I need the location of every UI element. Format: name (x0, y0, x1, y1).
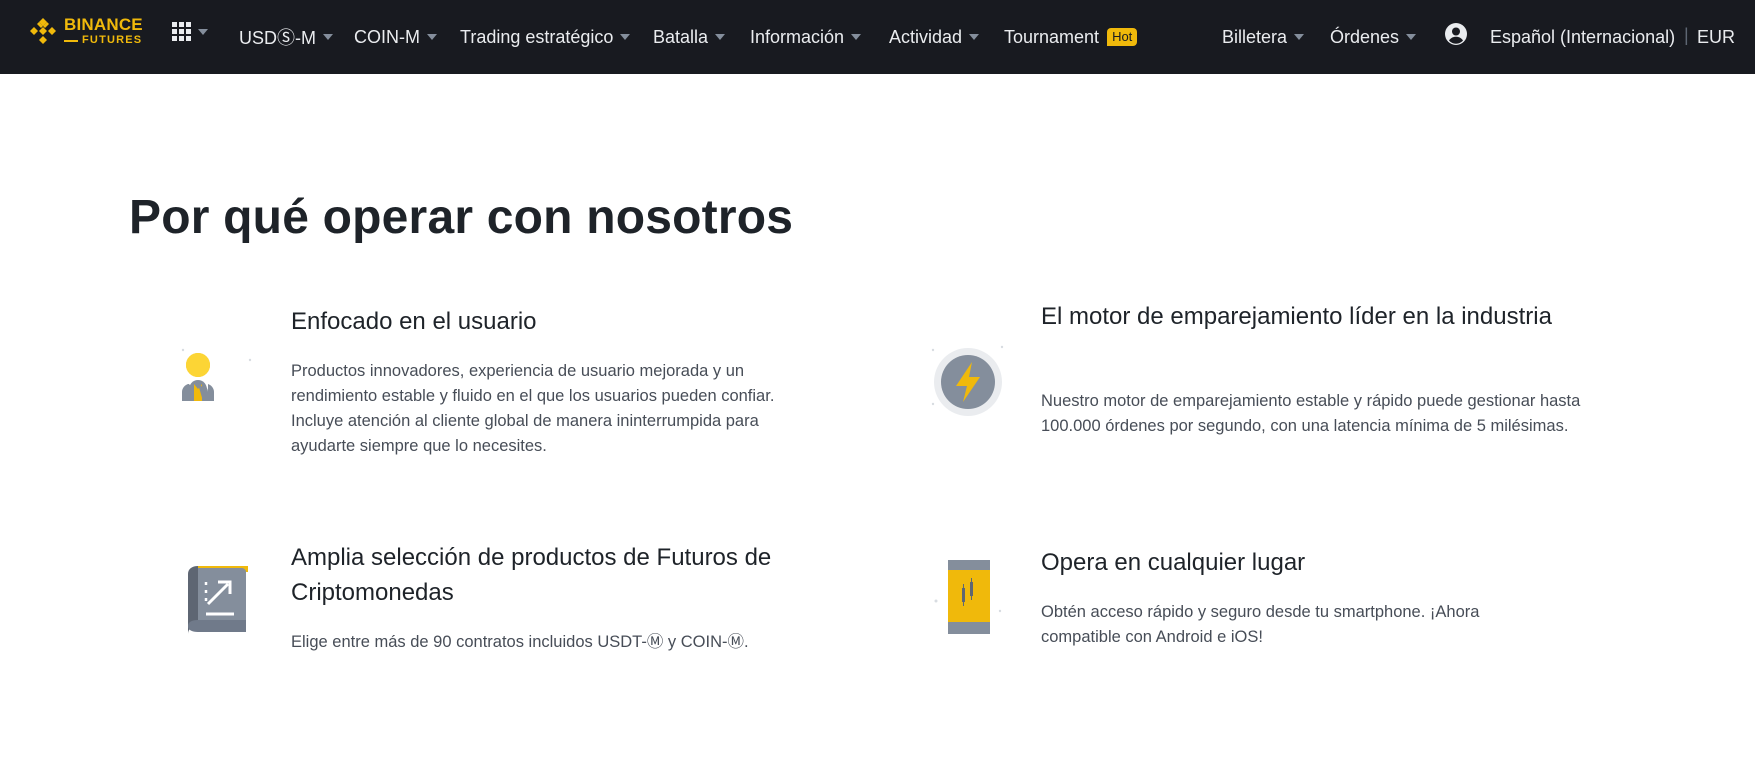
currency-selector[interactable]: EUR (1697, 0, 1735, 74)
nav-item-tournament[interactable]: Tournament Hot (1004, 0, 1138, 74)
feature-description: Nuestro motor de emparejamiento estable … (1041, 392, 1581, 435)
hot-badge: Hot (1107, 27, 1138, 47)
chart-document-icon (188, 566, 248, 634)
chevron-down-icon (715, 34, 726, 40)
nav-item-label: COIN-M (354, 26, 420, 47)
nav-item-label: Billetera (1222, 26, 1288, 47)
feature-description: Elige entre más de 90 contratos incluido… (291, 633, 749, 651)
chevron-down-icon (427, 34, 437, 40)
nav-item-trading-estrategico[interactable]: Trading estratégico (460, 0, 631, 74)
feature-title: Opera en cualquier lugar (1041, 549, 1306, 576)
account-avatar-icon[interactable] (1444, 22, 1468, 46)
smartphone-icon (934, 560, 1002, 634)
chevron-down-icon (1294, 34, 1305, 40)
chevron-down-icon (1406, 34, 1417, 40)
binance-futures-logo[interactable]: BINANCE FUTURES (28, 16, 143, 46)
nav-item-label: Información (750, 26, 845, 47)
nav-item-actividad[interactable]: Actividad (889, 0, 980, 74)
chevron-down-icon (198, 28, 208, 35)
nav-divider: | (1684, 25, 1689, 45)
nav-item-label: Actividad (889, 26, 963, 47)
nav-item-label: Tournament (1004, 26, 1100, 47)
feature-description: Obtén acceso rápido y seguro desde tu sm… (1041, 603, 1480, 646)
nav-item-ordenes[interactable]: Órdenes (1330, 0, 1417, 74)
chevron-down-icon (969, 34, 980, 40)
chevron-down-icon (851, 34, 862, 40)
chevron-down-icon (620, 34, 631, 40)
nav-item-usds-m[interactable]: USDⓈ-M (239, 0, 333, 74)
nav-item-label: Órdenes (1330, 26, 1400, 47)
feature-title: El motor de emparejamiento líder en la i… (1041, 303, 1552, 330)
nav-item-label: Batalla (653, 26, 709, 47)
language-selector[interactable]: Español (Internacional) (1490, 0, 1675, 74)
nav-item-informacion[interactable]: Información (750, 0, 862, 74)
user-icon (181, 348, 252, 401)
nav-item-coin-m[interactable]: COIN-M (354, 0, 437, 74)
logo-wordmark: BINANCE (64, 15, 143, 34)
feature-title: Enfocado en el usuario (291, 308, 537, 335)
nav-item-label: USDⓈ-M (239, 28, 316, 48)
nav-item-batalla[interactable]: Batalla (653, 0, 726, 74)
apps-menu-button[interactable] (172, 22, 208, 41)
section-title: Por qué operar con nosotros (129, 191, 794, 244)
grid-icon (172, 22, 191, 41)
nav-item-label: Trading estratégico (460, 26, 614, 47)
top-navigation-bar: BINANCE FUTURES USDⓈ-M COIN-M Trading es… (0, 0, 1755, 74)
lightning-icon (931, 345, 1004, 416)
feature-title: Amplia selección de productos de Futuros… (291, 544, 772, 606)
binance-logo-icon (30, 18, 56, 44)
chevron-down-icon (323, 34, 333, 40)
feature-description: Productos innovadores, experiencia de us… (291, 362, 775, 455)
nav-item-billetera[interactable]: Billetera (1222, 0, 1305, 74)
logo-subtitle: FUTURES (64, 35, 143, 46)
